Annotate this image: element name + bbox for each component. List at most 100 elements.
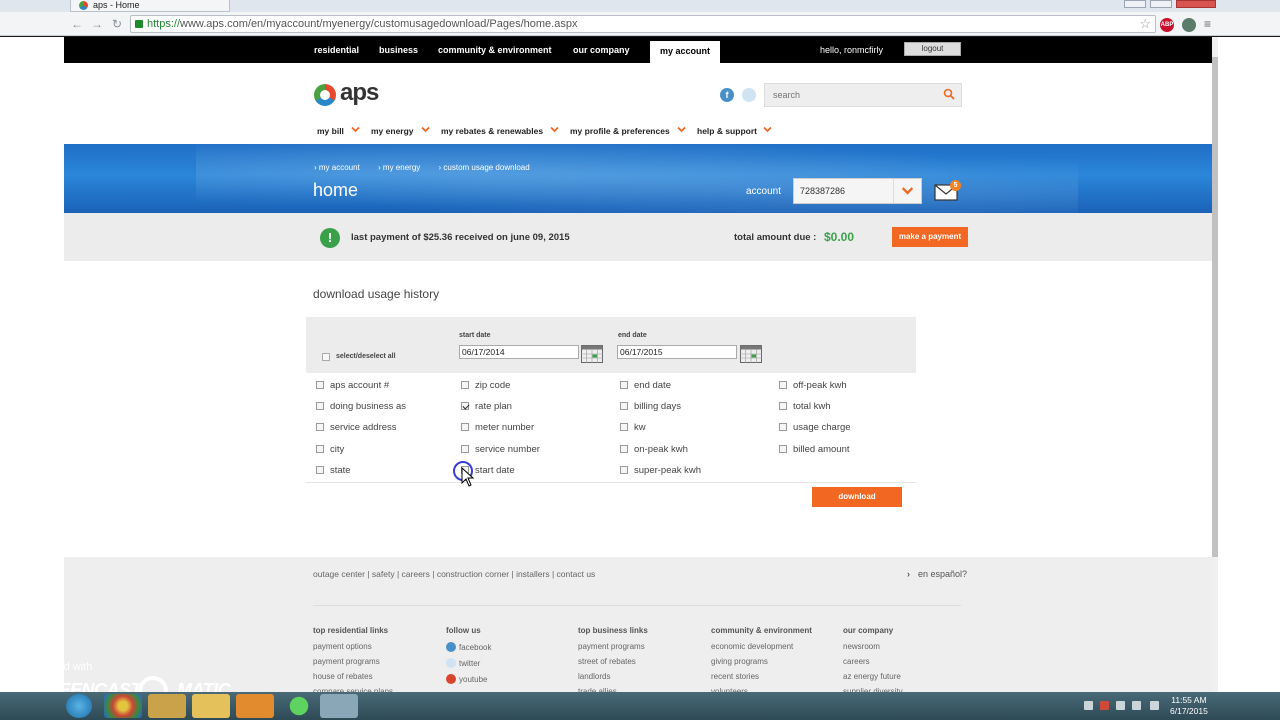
field-checkbox[interactable] xyxy=(461,402,469,410)
field-checkbox[interactable] xyxy=(316,445,324,453)
search-icon[interactable] xyxy=(943,88,955,100)
footer-column-link[interactable]: careers xyxy=(843,657,973,666)
mainnav-my-energy[interactable]: my energy xyxy=(371,126,414,136)
maximize-icon[interactable] xyxy=(1150,0,1172,8)
footer-column-link[interactable]: recent stories xyxy=(711,672,841,681)
aps-logo-icon[interactable] xyxy=(314,84,336,106)
footer-link[interactable]: installers xyxy=(516,569,550,579)
chrome-taskbar-icon[interactable] xyxy=(104,694,142,718)
network-icon[interactable] xyxy=(1132,701,1141,710)
logout-button[interactable]: logout xyxy=(904,42,961,56)
footer-column-link[interactable]: payment programs xyxy=(578,642,708,651)
extension-icon[interactable] xyxy=(1182,18,1196,32)
scrollbar-thumb[interactable] xyxy=(1212,57,1218,557)
chevron-down-icon[interactable] xyxy=(550,125,559,134)
mainnav-help[interactable]: help & support xyxy=(697,126,757,136)
topnav-business[interactable]: business xyxy=(379,37,418,63)
bookmark-star-icon[interactable]: ☆ xyxy=(1139,16,1151,32)
field-checkbox[interactable] xyxy=(461,381,469,389)
mainnav-my-bill[interactable]: my bill xyxy=(317,126,344,136)
menu-icon[interactable]: ≡ xyxy=(1204,18,1218,32)
field-checkbox[interactable] xyxy=(316,466,324,474)
topnav-our-company[interactable]: our company xyxy=(573,37,630,63)
espanol-link[interactable]: › en español? xyxy=(907,569,967,579)
chevron-down-icon[interactable] xyxy=(677,125,686,134)
forward-arrow-icon[interactable]: → xyxy=(90,17,104,31)
spotify-taskbar-icon[interactable] xyxy=(280,694,318,718)
page-scrollbar[interactable] xyxy=(1212,37,1218,692)
taskbar-clock[interactable]: 11:55 AM 6/17/2015 xyxy=(1170,695,1208,717)
chevron-down-icon[interactable] xyxy=(893,179,921,203)
start-date-input[interactable] xyxy=(459,345,579,359)
adblock-plus-icon[interactable]: ABP xyxy=(1160,18,1174,32)
footer-link[interactable]: construction corner xyxy=(437,569,509,579)
field-checkbox[interactable] xyxy=(779,445,787,453)
media-player-taskbar-icon[interactable] xyxy=(236,694,274,718)
footer-column-link[interactable]: twitter xyxy=(446,658,576,668)
make-payment-button[interactable]: make a payment xyxy=(892,227,968,247)
field-checkbox[interactable] xyxy=(779,402,787,410)
footer-column-link[interactable]: payment options xyxy=(313,642,443,651)
mainnav-rebates[interactable]: my rebates & renewables xyxy=(441,126,543,136)
calendar-icon[interactable] xyxy=(581,345,603,363)
breadcrumb-custom-usage[interactable]: › custom usage download xyxy=(439,163,538,172)
twitter-icon[interactable] xyxy=(742,88,756,102)
footer-column-link[interactable]: az energy future xyxy=(843,672,973,681)
footer-link[interactable]: safety xyxy=(372,569,395,579)
end-date-input[interactable] xyxy=(617,345,737,359)
flag-icon[interactable] xyxy=(1116,701,1125,710)
reload-icon[interactable]: ↻ xyxy=(110,17,124,31)
facebook-icon[interactable]: f xyxy=(720,88,734,102)
footer-link[interactable]: outage center xyxy=(313,569,365,579)
topnav-residential[interactable]: residential xyxy=(314,37,359,63)
footer-column-link[interactable]: economic development xyxy=(711,642,841,651)
field-checkbox[interactable] xyxy=(620,402,628,410)
volume-icon[interactable] xyxy=(1150,701,1159,710)
field-checkbox[interactable] xyxy=(461,445,469,453)
mainnav-profile[interactable]: my profile & preferences xyxy=(570,126,670,136)
footer-column-link[interactable]: giving programs xyxy=(711,657,841,666)
search-input[interactable] xyxy=(765,84,925,106)
aps-logo-text[interactable]: aps xyxy=(340,79,379,107)
field-checkbox[interactable] xyxy=(316,381,324,389)
field-checkbox[interactable] xyxy=(620,466,628,474)
field-checkbox[interactable] xyxy=(620,423,628,431)
breadcrumb-my-energy[interactable]: › my energy xyxy=(378,163,428,172)
footer-column-link[interactable]: youtube xyxy=(446,674,576,684)
field-checkbox[interactable] xyxy=(779,423,787,431)
app-taskbar-icon[interactable] xyxy=(148,694,186,718)
tray-app-icon[interactable] xyxy=(1100,701,1109,710)
back-arrow-icon[interactable]: ← xyxy=(70,17,84,31)
field-checkbox[interactable] xyxy=(316,402,324,410)
chevron-down-icon[interactable] xyxy=(351,125,360,134)
field-checkbox[interactable] xyxy=(779,381,787,389)
footer-column-link[interactable]: house of rebates xyxy=(313,672,443,681)
topnav-community[interactable]: community & environment xyxy=(438,37,552,63)
field-checkbox[interactable] xyxy=(461,423,469,431)
download-button[interactable]: download xyxy=(812,487,902,507)
chevron-down-icon[interactable] xyxy=(421,125,430,134)
footer-column-link[interactable]: facebook xyxy=(446,642,576,652)
select-all-checkbox[interactable] xyxy=(322,353,330,361)
footer-column-link[interactable]: newsroom xyxy=(843,642,973,651)
calendar-icon[interactable] xyxy=(740,345,762,363)
start-button-icon[interactable] xyxy=(66,694,92,718)
breadcrumb-my-account[interactable]: › my account xyxy=(314,163,368,172)
account-select[interactable]: 728387286 xyxy=(793,178,922,204)
screencast-taskbar-icon[interactable] xyxy=(320,694,358,718)
chevron-down-icon[interactable] xyxy=(763,125,772,134)
field-checkbox[interactable] xyxy=(620,381,628,389)
footer-column-link[interactable]: landlords xyxy=(578,672,708,681)
browser-tab[interactable]: aps - Home xyxy=(70,0,230,12)
footer-column-link[interactable]: street of rebates xyxy=(578,657,708,666)
tray-arrow-icon[interactable] xyxy=(1084,701,1093,710)
minimize-icon[interactable] xyxy=(1124,0,1146,8)
folder-taskbar-icon[interactable] xyxy=(192,694,230,718)
address-bar[interactable]: https://www.aps.com/en/myaccount/myenerg… xyxy=(130,15,1156,33)
topnav-my-account[interactable]: my account xyxy=(650,41,721,63)
footer-column-link[interactable]: payment programs xyxy=(313,657,443,666)
footer-link[interactable]: contact us xyxy=(557,569,596,579)
field-checkbox[interactable] xyxy=(316,423,324,431)
field-checkbox[interactable] xyxy=(620,445,628,453)
close-window-icon[interactable] xyxy=(1176,0,1216,8)
